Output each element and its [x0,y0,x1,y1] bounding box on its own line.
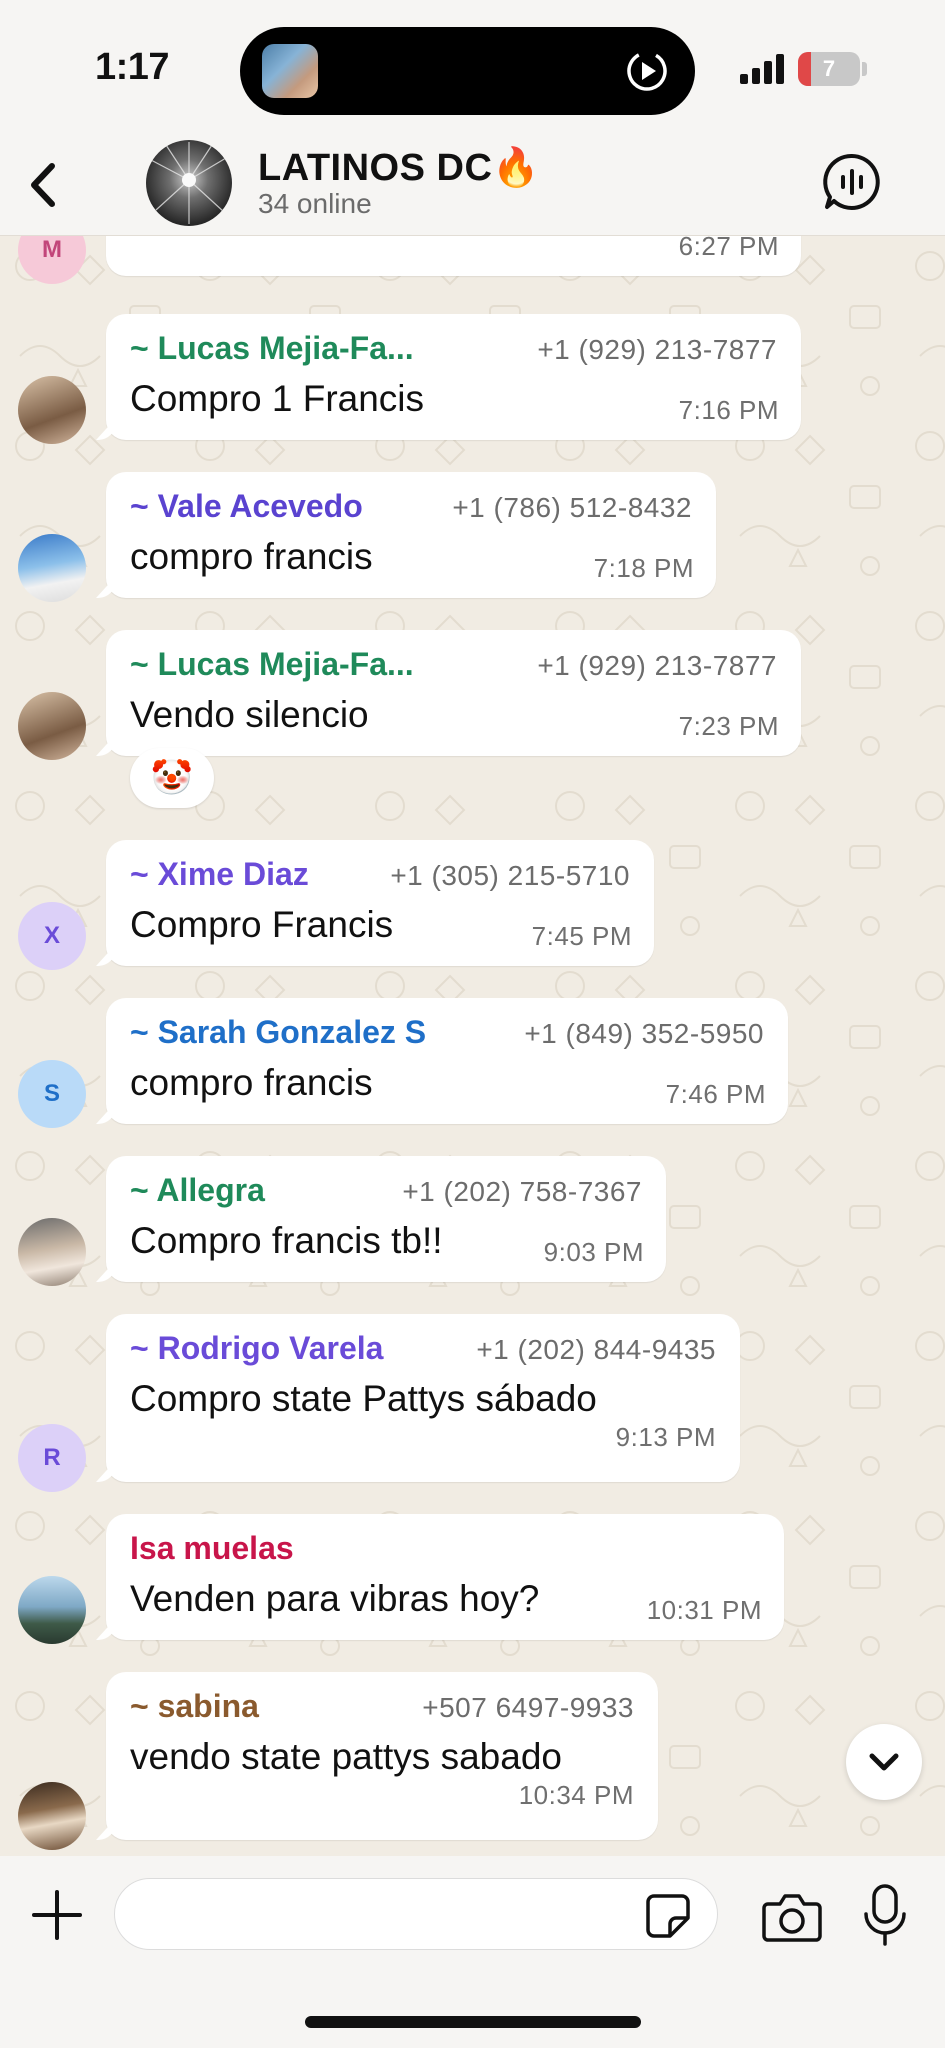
message-time: 7:23 PM [678,711,779,741]
message-time: 9:03 PM [543,1237,644,1267]
camera-icon[interactable] [762,1888,822,1944]
avatar-photo[interactable] [18,1782,86,1850]
now-playing-thumbnail[interactable] [262,44,318,98]
avatar-photo[interactable] [18,692,86,760]
message-sender[interactable]: Isa muelas [130,1530,294,1567]
message-list[interactable]: M 6:27 PM ~ Lucas Mejia-Fa... +1 (929) 2… [0,236,945,1856]
home-indicator[interactable] [305,2016,641,2028]
message-bubble[interactable]: ~ Lucas Mejia-Fa... +1 (929) 213-7877 Ve… [106,630,801,756]
message-bubble[interactable]: 6:27 PM [106,236,801,276]
group-avatar[interactable] [146,140,232,226]
message-phone[interactable]: +1 (202) 844-9435 [476,1334,716,1366]
message-bubble[interactable]: ~ Lucas Mejia-Fa... +1 (929) 213-7877 Co… [106,314,801,440]
message-text: vendo state pattys sabado [130,1736,562,1777]
message-bubble[interactable]: ~ Xime Diaz +1 (305) 215-5710 Compro Fra… [106,840,654,966]
message-sender[interactable]: ~ Xime Diaz [130,856,309,893]
message-time: 7:18 PM [593,553,694,583]
message-phone[interactable]: +1 (786) 512-8432 [452,492,692,524]
message-time: 10:34 PM [518,1780,634,1810]
message-time: 6:27 PM [678,236,779,261]
message-phone[interactable]: +1 (849) 352-5950 [524,1018,764,1050]
message-bubble[interactable]: Isa muelas Venden para vibras hoy? 10:31… [106,1514,784,1640]
message-time: 7:45 PM [531,921,632,951]
battery-cap [862,62,867,76]
message-time: 7:46 PM [665,1079,766,1109]
chevron-left-icon[interactable] [14,150,74,220]
avatar-letter[interactable]: R [18,1424,86,1492]
message-bubble[interactable]: ~ Sarah Gonzalez S +1 (849) 352-5950 com… [106,998,788,1124]
message-phone[interactable]: +1 (202) 758-7367 [402,1176,642,1208]
message-phone[interactable]: +1 (929) 213-7877 [537,334,777,366]
avatar-photo[interactable] [18,1576,86,1644]
avatar-letter[interactable]: X [18,902,86,970]
message-text: Compro state Pattys sábado [130,1378,597,1419]
dynamic-island[interactable] [240,27,695,115]
message-bubble[interactable]: ~ Rodrigo Varela +1 (202) 844-9435 Compr… [106,1314,740,1482]
message-time: 7:16 PM [678,395,779,425]
message-bubble[interactable]: ~ Allegra +1 (202) 758-7367 Compro franc… [106,1156,666,1282]
group-title[interactable]: LATINOS DC🔥 [258,146,540,190]
message-sender[interactable]: ~ Lucas Mejia-Fa... [130,330,414,367]
battery-percent: 7 [822,56,836,81]
message-sender[interactable]: ~ Vale Acevedo [130,488,363,525]
avatar-letter[interactable]: S [18,1060,86,1128]
chat-header: LATINOS DC🔥 34 online [0,140,945,236]
battery-icon: 7 [798,52,860,86]
message-bubble[interactable]: ~ sabina +507 6497-9933 vendo state patt… [106,1672,658,1840]
plus-icon[interactable] [30,1888,84,1942]
message-phone[interactable]: +507 6497-9933 [422,1692,634,1724]
message-time: 9:13 PM [615,1422,716,1452]
voice-chat-icon[interactable] [822,152,882,212]
avatar-photo[interactable] [18,534,86,602]
scroll-down-button[interactable] [846,1724,922,1800]
message-input[interactable] [114,1878,718,1950]
composer-bar [0,1856,945,2048]
message-sender[interactable]: ~ Sarah Gonzalez S [130,1014,426,1051]
message-time: 10:31 PM [646,1595,762,1625]
status-time: 1:17 [95,46,170,88]
sticker-icon[interactable] [644,1892,692,1940]
status-bar: 1:17 7 [0,0,945,140]
reaction-badge[interactable]: 🤡 [130,748,214,808]
microphone-icon[interactable] [862,1882,908,1948]
avatar-photo[interactable] [18,1218,86,1286]
message-sender[interactable]: ~ sabina [130,1688,259,1725]
online-count: 34 online [258,188,372,219]
chevron-down-icon [869,1753,899,1771]
message-phone[interactable]: +1 (929) 213-7877 [537,650,777,682]
message-phone[interactable]: +1 (305) 215-5710 [390,860,630,892]
signal-icon [740,54,784,84]
avatar-photo[interactable] [18,376,86,444]
message-sender[interactable]: ~ Rodrigo Varela [130,1330,383,1367]
message-sender[interactable]: ~ Allegra [130,1172,265,1209]
message-sender[interactable]: ~ Lucas Mejia-Fa... [130,646,414,683]
group-photo-icon [150,142,227,224]
play-icon[interactable] [625,49,669,93]
message-bubble[interactable]: ~ Vale Acevedo +1 (786) 512-8432 compro … [106,472,716,598]
